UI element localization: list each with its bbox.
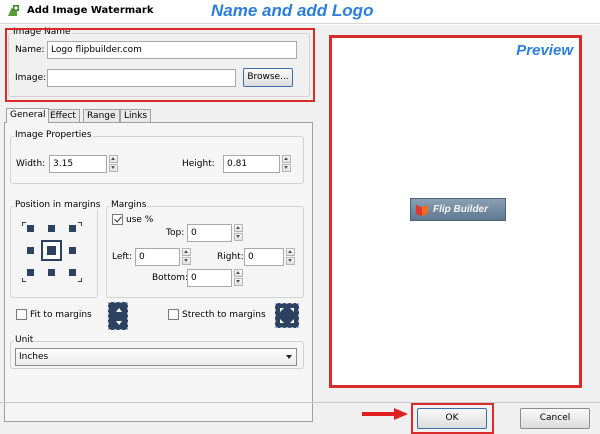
left-spinner[interactable] [182, 248, 191, 265]
height-label: Height: [182, 159, 215, 169]
general-tab-panel: Image Properties Width: 3.15 Height: 0.8… [4, 122, 313, 422]
dialog-body: Image Name Name: Logo flipbuilder.com Im… [0, 25, 600, 434]
fit-to-margins-label: Fit to margins [30, 310, 92, 320]
use-percent-checkbox[interactable] [112, 214, 123, 225]
red-arrow-icon [362, 408, 408, 420]
tab-links[interactable]: Links [120, 109, 152, 123]
ok-button-highlight [411, 403, 494, 434]
fit-to-margins-checkbox[interactable] [16, 309, 27, 320]
watermark-logo: Flip Builder [410, 198, 506, 221]
fit-to-margins-icon [108, 302, 128, 330]
image-properties-label: Image Properties [14, 130, 93, 140]
right-label: Right: [217, 252, 244, 262]
position-grid[interactable] [22, 222, 82, 282]
margins-group-label: Margins [110, 200, 148, 210]
stretch-to-margins-label: Strecth to margins [182, 310, 266, 320]
stretch-to-margins-icon [275, 303, 299, 328]
pos-top-left[interactable] [27, 225, 34, 232]
unit-select-value: Inches [19, 352, 49, 362]
pos-bottom-left[interactable] [27, 269, 34, 276]
tab-effect[interactable]: Effect [46, 109, 80, 123]
name-section-highlight [5, 28, 315, 102]
height-spinner[interactable] [282, 155, 291, 172]
annotation-name-and-add-logo: Name and add Logo [211, 1, 374, 20]
app-icon [8, 5, 19, 16]
title-bar: Add Image Watermark Name and add Logo [0, 0, 600, 24]
footer-separator [0, 402, 600, 403]
pos-corner-bl [22, 278, 26, 282]
chevron-down-icon [286, 355, 292, 359]
height-input[interactable]: 0.81 [223, 155, 280, 173]
cancel-button[interactable]: Cancel [520, 408, 590, 429]
bottom-spinner[interactable] [234, 269, 243, 286]
top-spinner[interactable] [234, 224, 243, 241]
annotation-preview: Preview [516, 42, 573, 59]
unit-select[interactable]: Inches [15, 348, 297, 366]
watermark-logo-text: Flip Builder [433, 204, 488, 215]
position-group-label: Position in margins [14, 200, 102, 210]
stretch-to-margins-checkbox[interactable] [168, 309, 179, 320]
tab-general[interactable]: General [6, 108, 50, 123]
pos-corner-br [78, 278, 82, 282]
pos-corner-tl [22, 222, 26, 226]
flipbook-logo-icon [416, 205, 428, 216]
pos-middle-left[interactable] [27, 247, 34, 254]
bottom-label: Bottom: [152, 273, 189, 283]
right-spinner[interactable] [286, 248, 295, 265]
window-title: Add Image Watermark [27, 5, 154, 16]
top-input[interactable]: 0 [187, 224, 232, 242]
use-percent-label: use % [126, 215, 154, 225]
bottom-input[interactable]: 0 [187, 269, 232, 287]
cancel-button-label: Cancel [539, 413, 571, 423]
width-spinner[interactable] [109, 155, 118, 172]
pos-corner-tr [78, 222, 82, 226]
left-input[interactable]: 0 [135, 248, 180, 266]
pos-bottom-right[interactable] [69, 269, 76, 276]
right-input[interactable]: 0 [244, 248, 284, 266]
preview-panel: Preview Flip Builder [329, 35, 582, 388]
left-label: Left: [112, 252, 132, 262]
top-label: Top: [166, 228, 185, 238]
pos-middle-right[interactable] [69, 247, 76, 254]
pos-bottom-center[interactable] [48, 269, 55, 276]
width-input[interactable]: 3.15 [49, 155, 107, 173]
pos-center-selected[interactable] [41, 240, 62, 261]
tab-range[interactable]: Range [83, 109, 120, 123]
pos-top-right[interactable] [69, 225, 76, 232]
unit-group-label: Unit [14, 335, 35, 345]
pos-top-center[interactable] [48, 225, 55, 232]
width-label: Width: [16, 159, 46, 169]
